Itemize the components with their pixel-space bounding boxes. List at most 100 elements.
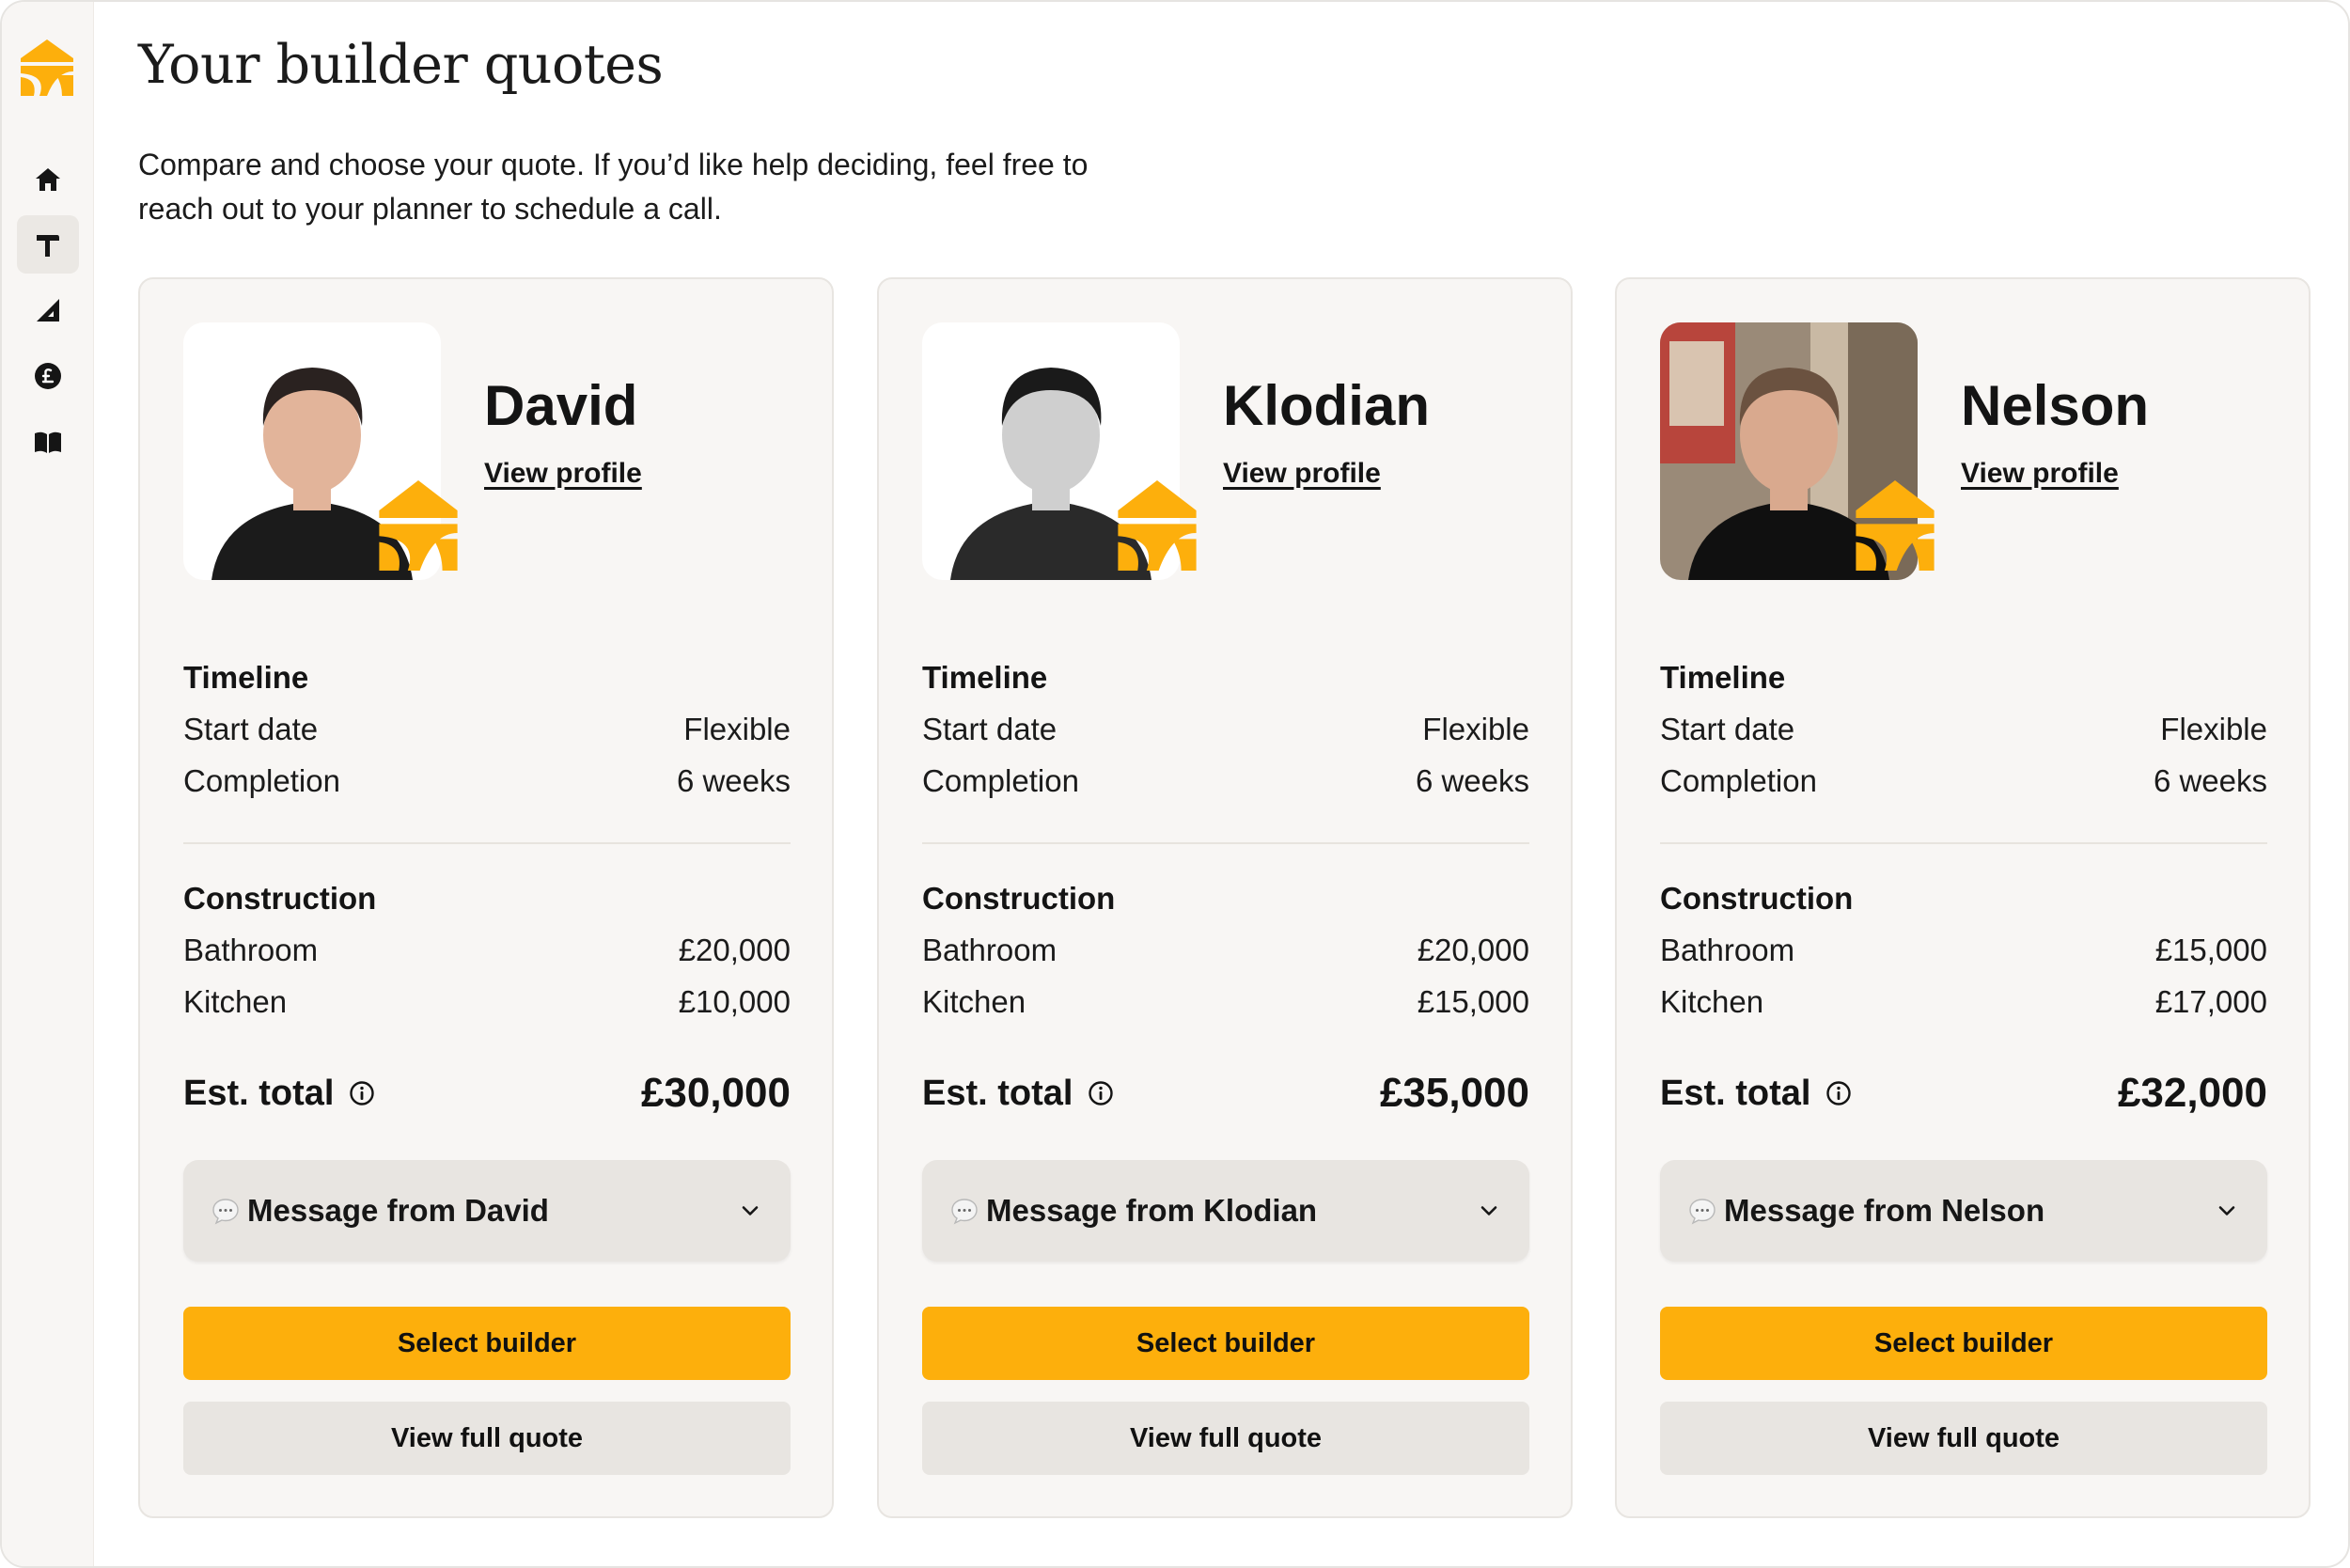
divider — [183, 842, 791, 844]
message-label: Message from Klodian — [986, 1193, 1318, 1228]
intro-line-2: reach out to your planner to schedule a … — [138, 192, 722, 226]
sidebar — [2, 2, 94, 1566]
quote-card-david: David View profile Timeline Start date F… — [138, 277, 834, 1518]
start-date-row: Start date Flexible — [1660, 712, 2267, 747]
estimated-total-label: Est. total — [922, 1074, 1114, 1114]
info-icon[interactable] — [1088, 1080, 1114, 1106]
estimated-total-text: Est. total — [1660, 1073, 1811, 1113]
book-icon — [35, 431, 61, 453]
start-date-value: Flexible — [1422, 712, 1529, 746]
timeline-heading: Timeline — [183, 660, 309, 695]
view-profile-link[interactable]: View profile — [484, 458, 642, 490]
completion-row: Completion 6 weeks — [1660, 763, 2267, 799]
completion-label: Completion — [1660, 763, 1817, 798]
completion-value: 6 weeks — [1415, 763, 1529, 798]
view-profile-link[interactable]: View profile — [1223, 458, 1381, 490]
start-date-label: Start date — [1660, 712, 1795, 746]
speech-bubble-icon — [212, 1199, 239, 1225]
builder-name: Nelson — [1961, 374, 2150, 437]
estimated-total-value: £32,000 — [2117, 1070, 2267, 1116]
completion-value: 6 weeks — [676, 763, 791, 798]
chevron-down-icon — [2218, 1206, 2235, 1215]
ruler-icon — [37, 299, 59, 321]
divider — [1660, 842, 2267, 844]
brand-badge-icon — [379, 480, 458, 571]
start-date-row: Start date Flexible — [922, 712, 1529, 747]
bathroom-label: Bathroom — [183, 933, 319, 967]
chevron-down-icon — [742, 1206, 759, 1215]
view-full-quote-button[interactable]: View full quote — [922, 1402, 1529, 1475]
bathroom-row: Bathroom £20,000 — [183, 933, 791, 968]
sidebar-item-home[interactable] — [17, 150, 79, 209]
construction-heading: Construction — [183, 881, 377, 916]
start-date-label: Start date — [922, 712, 1058, 746]
sidebar-item-guides[interactable] — [17, 413, 79, 471]
message-label: Message from David — [247, 1193, 549, 1228]
quote-card-klodian: Klodian View profile Timeline Start date… — [877, 277, 1573, 1518]
brand-badge-icon — [1856, 480, 1935, 571]
sidebar-item-plans[interactable] — [17, 281, 79, 339]
divider — [922, 842, 1529, 844]
kitchen-value: £15,000 — [1417, 984, 1529, 1019]
intro-line-1: Compare and choose your quote. If you’d … — [138, 148, 1089, 181]
bathroom-value: £15,000 — [2154, 933, 2267, 967]
builder-message-dropdown[interactable]: Message from Klodian — [922, 1160, 1529, 1262]
estimated-total-value: £35,000 — [1379, 1070, 1529, 1116]
estimated-total-row: Est. total £35,000 — [922, 1065, 1529, 1121]
completion-label: Completion — [922, 763, 1079, 798]
estimated-total-text: Est. total — [922, 1073, 1073, 1113]
kitchen-value: £10,000 — [678, 984, 791, 1019]
completion-value: 6 weeks — [2153, 763, 2267, 798]
sidebar-item-quotes[interactable] — [17, 215, 79, 274]
construction-heading: Construction — [1660, 881, 1854, 916]
select-builder-button[interactable]: Select builder — [1660, 1307, 2267, 1380]
timeline-heading: Timeline — [1660, 660, 1786, 695]
builder-name: Klodian — [1223, 374, 1430, 437]
estimated-total-label: Est. total — [183, 1074, 375, 1114]
info-icon[interactable] — [349, 1080, 375, 1106]
sidebar-item-payments[interactable] — [17, 347, 79, 405]
brand-badge-icon — [1118, 480, 1197, 571]
builder-message-dropdown[interactable]: Message from Nelson — [1660, 1160, 2267, 1262]
estimated-total-label: Est. total — [1660, 1074, 1852, 1114]
info-icon[interactable] — [1825, 1080, 1852, 1106]
kitchen-label: Kitchen — [1660, 984, 1764, 1019]
start-date-label: Start date — [183, 712, 319, 746]
chevron-down-icon — [1480, 1206, 1497, 1215]
kitchen-row: Kitchen £15,000 — [922, 984, 1529, 1020]
home-icon — [36, 168, 60, 191]
speech-bubble-icon — [1689, 1199, 1716, 1225]
page-title: Your builder quotes — [138, 34, 664, 96]
bathroom-value: £20,000 — [1417, 933, 1529, 967]
completion-label: Completion — [183, 763, 340, 798]
timeline-heading: Timeline — [922, 660, 1048, 695]
construction-heading: Construction — [922, 881, 1116, 916]
intro-text: Compare and choose your quote. If you’d … — [138, 143, 1266, 231]
hammer-icon — [37, 235, 59, 257]
app-window: Your builder quotes Compare and choose y… — [0, 0, 2350, 1568]
brand-logo-icon[interactable] — [19, 38, 75, 98]
completion-row: Completion 6 weeks — [922, 763, 1529, 799]
view-full-quote-button[interactable]: View full quote — [1660, 1402, 2267, 1475]
kitchen-value: £17,000 — [2154, 984, 2267, 1019]
builder-name: David — [484, 374, 638, 437]
bathroom-row: Bathroom £20,000 — [922, 933, 1529, 968]
view-profile-link[interactable]: View profile — [1961, 458, 2119, 490]
bathroom-value: £20,000 — [678, 933, 791, 967]
select-builder-button[interactable]: Select builder — [922, 1307, 1529, 1380]
kitchen-row: Kitchen £10,000 — [183, 984, 791, 1020]
kitchen-label: Kitchen — [922, 984, 1026, 1019]
start-date-value: Flexible — [2160, 712, 2267, 746]
estimated-total-row: Est. total £30,000 — [183, 1065, 791, 1121]
quote-card-nelson: Nelson View profile Timeline Start date … — [1615, 277, 2311, 1518]
message-label: Message from Nelson — [1724, 1193, 2045, 1228]
bathroom-label: Bathroom — [1660, 933, 1795, 967]
completion-row: Completion 6 weeks — [183, 763, 791, 799]
builder-message-dropdown[interactable]: Message from David — [183, 1160, 791, 1262]
estimated-total-value: £30,000 — [640, 1070, 791, 1116]
speech-bubble-icon — [951, 1199, 978, 1225]
pound-icon — [35, 363, 61, 389]
view-full-quote-button[interactable]: View full quote — [183, 1402, 791, 1475]
select-builder-button[interactable]: Select builder — [183, 1307, 791, 1380]
bathroom-label: Bathroom — [922, 933, 1058, 967]
